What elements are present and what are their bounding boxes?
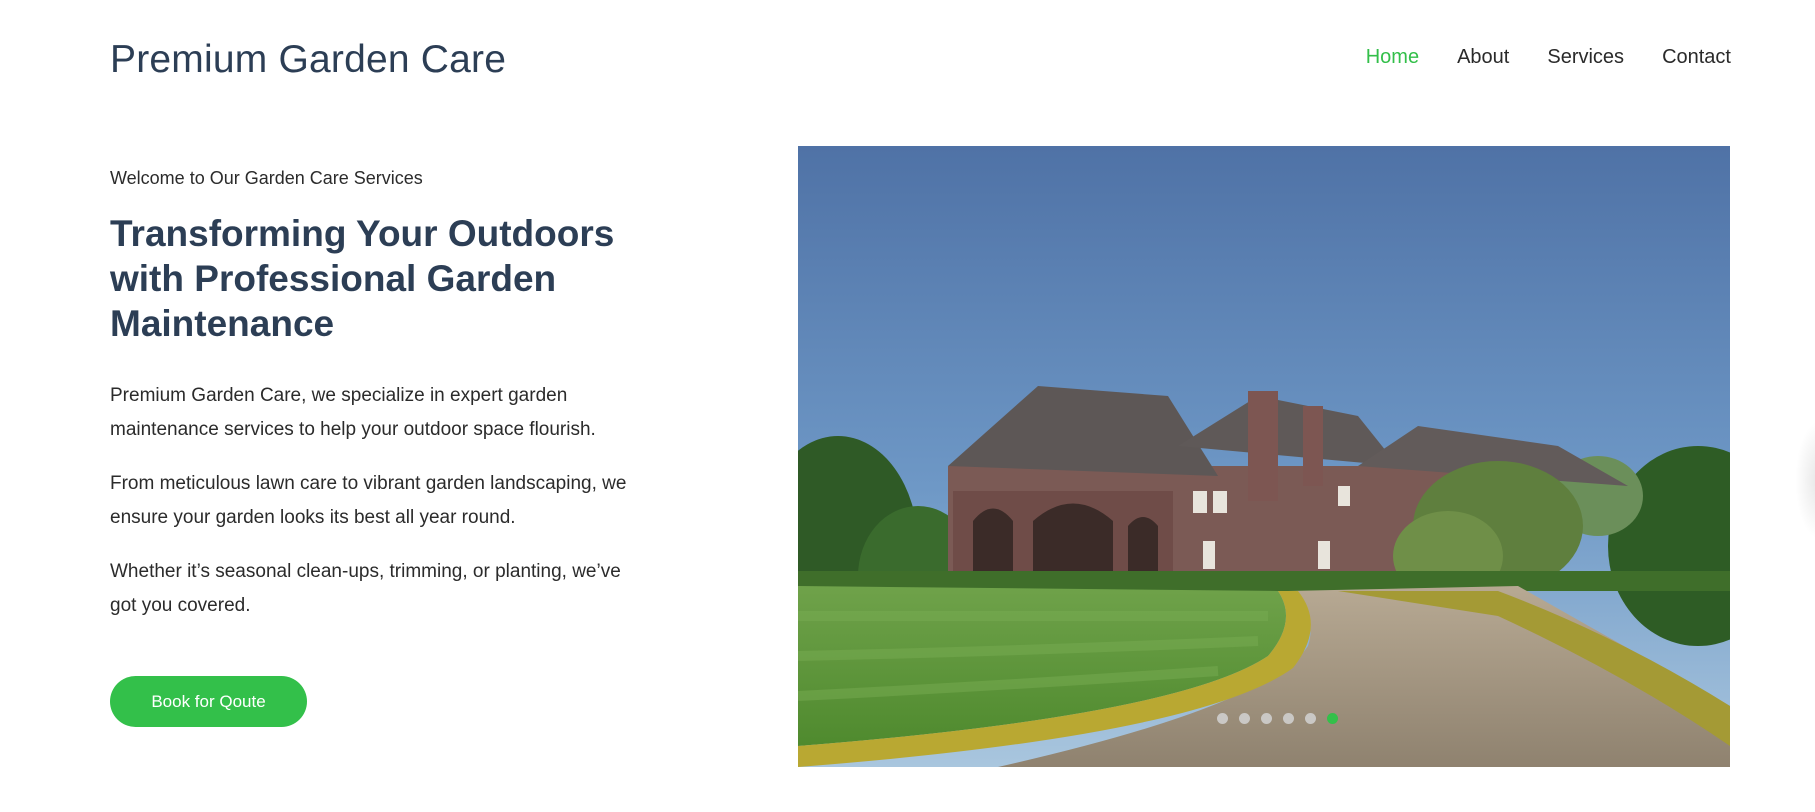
slider-dot-active[interactable] (1326, 713, 1338, 724)
slider-dots (798, 713, 1730, 724)
nav-link-home[interactable]: Home (1366, 46, 1419, 69)
hero-text: Welcome to Our Garden Care Services Tran… (110, 168, 650, 643)
slider-dot[interactable] (1260, 713, 1272, 724)
book-quote-button[interactable]: Book for Qoute (110, 676, 307, 727)
nav-link-contact[interactable]: Contact (1662, 46, 1731, 69)
slider-dot[interactable] (1238, 713, 1250, 724)
hero-image-slider[interactable] (798, 146, 1730, 767)
site-header: Premium Garden Care Home About Services … (0, 0, 1815, 120)
nav-link-services[interactable]: Services (1547, 46, 1624, 69)
slider-dot[interactable] (1282, 713, 1294, 724)
edge-shadow-decoration (1795, 420, 1815, 540)
hero-headline: Transforming Your Outdoors with Professi… (110, 213, 615, 344)
main-nav: Home About Services Contact (1366, 46, 1731, 69)
hero-paragraph: From meticulous lawn care to vibrant gar… (110, 473, 627, 528)
hero-paragraph: Whether it’s seasonal clean-ups, trimmin… (110, 561, 621, 616)
hero-paragraph: Premium Garden Care, we specialize in ex… (110, 385, 596, 440)
site-logo[interactable]: Premium Garden Care (110, 38, 506, 82)
slider-dot[interactable] (1304, 713, 1316, 724)
nav-link-about[interactable]: About (1457, 46, 1509, 69)
slider-dot[interactable] (1216, 713, 1228, 724)
estate-house-photo (798, 146, 1730, 767)
hero-eyebrow: Welcome to Our Garden Care Services (110, 168, 423, 188)
